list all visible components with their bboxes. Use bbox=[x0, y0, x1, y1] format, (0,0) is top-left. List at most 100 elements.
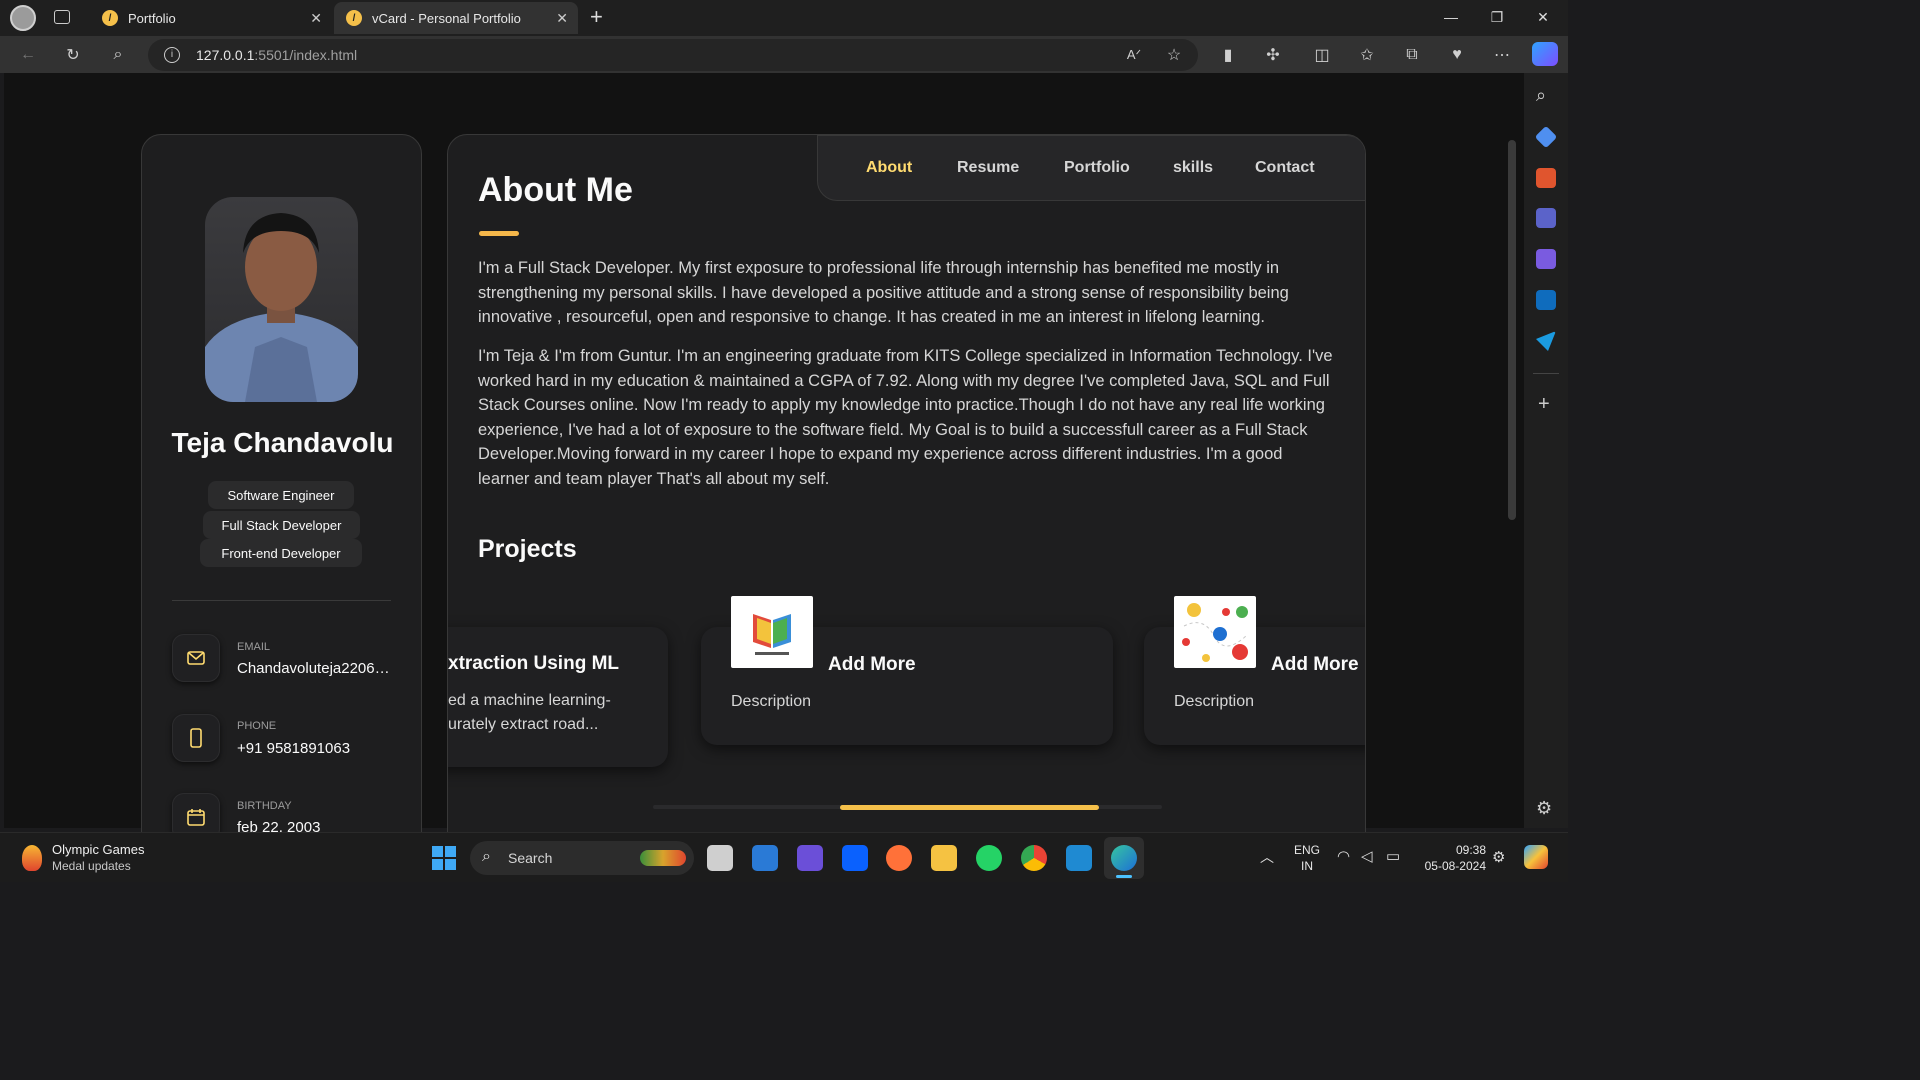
settings-icon[interactable]: ⚙ bbox=[1536, 798, 1552, 819]
copilot-sidebar-icon[interactable] bbox=[1536, 249, 1556, 269]
url-path: :5501/index.html bbox=[254, 47, 358, 63]
email-value[interactable]: Chandavoluteja2206@gmail.com bbox=[237, 660, 392, 677]
vcard-favicon: / bbox=[346, 10, 362, 26]
split-screen-icon[interactable]: ◫ bbox=[1308, 42, 1336, 68]
main-article: About Resume Portfolio skills Contact Ab… bbox=[447, 134, 1366, 854]
address-bar[interactable]: i 127.0.0.1:5501/index.html bbox=[148, 39, 1198, 71]
back-icon[interactable]: ← bbox=[14, 42, 42, 68]
phone-value[interactable]: +91 9581891063 bbox=[237, 740, 350, 757]
widget-title[interactable]: Olympic Games bbox=[52, 842, 144, 857]
search-highlight-icon bbox=[640, 850, 686, 866]
profile-divider bbox=[172, 600, 391, 601]
project-description: Description bbox=[731, 693, 812, 710]
show-hidden-icons[interactable]: ︿ bbox=[1260, 847, 1274, 867]
role-badge: Front-end Developer bbox=[200, 539, 362, 567]
task-view-icon[interactable] bbox=[707, 845, 733, 871]
project-description: Description bbox=[1174, 693, 1255, 710]
volume-icon[interactable]: ◁ bbox=[1361, 847, 1373, 865]
sidebar-search-icon[interactable]: ⌕ bbox=[1536, 85, 1546, 106]
project-title: Add More bbox=[1271, 654, 1359, 675]
tab-title: Portfolio bbox=[128, 10, 176, 26]
clock[interactable]: 09:38 05-08-2024 bbox=[1416, 842, 1486, 874]
page-title: About Me bbox=[478, 171, 633, 209]
copilot-taskbar-icon[interactable] bbox=[1524, 845, 1548, 869]
performance-icon[interactable]: ▮ bbox=[1214, 42, 1242, 68]
wifi-icon[interactable]: ◠ bbox=[1337, 847, 1350, 865]
carousel-scroll-thumb[interactable] bbox=[840, 805, 1099, 810]
site-info-icon[interactable]: i bbox=[164, 47, 180, 63]
copilot-icon[interactable] bbox=[1532, 42, 1558, 66]
profile-avatar-icon[interactable] bbox=[10, 5, 36, 31]
health-icon[interactable]: ♥ bbox=[1443, 42, 1471, 68]
windows-start-icon[interactable] bbox=[432, 846, 456, 870]
url-host: 127.0.0.1 bbox=[196, 47, 255, 63]
project-description: urately extract road... bbox=[448, 716, 599, 733]
nav-skills[interactable]: skills bbox=[1173, 159, 1213, 177]
page-scrollbar[interactable] bbox=[1508, 140, 1516, 520]
top-navbar: About Resume Portfolio skills Contact bbox=[817, 135, 1365, 201]
nav-resume[interactable]: Resume bbox=[957, 159, 1019, 177]
clipchamp-icon[interactable] bbox=[797, 845, 823, 871]
language-indicator[interactable]: ENG IN bbox=[1292, 842, 1322, 874]
map-pins-image bbox=[1174, 596, 1256, 668]
phone-icon bbox=[172, 714, 220, 762]
profile-sidebar: Teja Chandavolu Software Engineer Full S… bbox=[141, 134, 422, 854]
mail-icon bbox=[172, 634, 220, 682]
tools-icon[interactable] bbox=[1536, 168, 1556, 188]
shopping-tag-icon[interactable] bbox=[1534, 125, 1558, 149]
nav-about[interactable]: About bbox=[866, 159, 912, 177]
notification-icon[interactable]: ⚙ bbox=[1492, 848, 1505, 866]
favorites-icon[interactable]: ✩ bbox=[1353, 42, 1381, 68]
close-tab-icon[interactable]: ✕ bbox=[310, 10, 322, 27]
file-explorer-icon[interactable] bbox=[931, 845, 957, 871]
refresh-icon[interactable]: ↻ bbox=[59, 42, 87, 68]
phone-label: PHONE bbox=[237, 720, 277, 732]
chrome-icon[interactable] bbox=[1021, 845, 1047, 871]
search-icon: ⌕ bbox=[482, 848, 491, 865]
close-window-icon[interactable]: ✕ bbox=[1520, 0, 1566, 34]
close-tab-icon[interactable]: ✕ bbox=[556, 10, 568, 27]
tab-vcard[interactable]: / vCard - Personal Portfolio ✕ bbox=[334, 2, 578, 34]
send-icon[interactable] bbox=[1536, 331, 1556, 351]
firefox-icon[interactable] bbox=[886, 845, 912, 871]
games-icon[interactable] bbox=[1536, 208, 1556, 228]
active-indicator bbox=[1116, 875, 1132, 878]
dropbox-icon[interactable] bbox=[842, 845, 868, 871]
mail-app-icon[interactable] bbox=[752, 845, 778, 871]
nav-contact[interactable]: Contact bbox=[1255, 159, 1315, 177]
taskbar-search[interactable]: ⌕ Search bbox=[470, 841, 694, 875]
edge-sidebar: ⌕ + ⚙ bbox=[1524, 73, 1568, 828]
olympic-torch-icon[interactable] bbox=[22, 845, 42, 871]
battery-icon[interactable]: ▭ bbox=[1386, 847, 1400, 865]
favorite-star-icon[interactable]: ☆ bbox=[1160, 42, 1188, 68]
new-tab-button[interactable]: + bbox=[590, 4, 603, 30]
birthday-label: BIRTHDAY bbox=[237, 800, 292, 812]
browser-toolbar: ← ↻ ⌕ i 127.0.0.1:5501/index.html Aᐟ ☆ ▮… bbox=[0, 36, 1568, 73]
widget-subtitle: Medal updates bbox=[52, 859, 131, 873]
read-aloud-icon[interactable]: Aᐟ bbox=[1120, 42, 1148, 68]
sidebar-divider bbox=[1533, 373, 1559, 374]
restore-icon[interactable]: ❐ bbox=[1474, 0, 1520, 34]
outlook-icon[interactable] bbox=[1536, 290, 1556, 310]
language-top: ENG bbox=[1293, 843, 1320, 857]
project-description: ed a machine learning- bbox=[448, 692, 611, 709]
more-menu-icon[interactable]: ⋯ bbox=[1488, 42, 1516, 68]
email-label: EMAIL bbox=[237, 641, 271, 653]
vscode-icon[interactable] bbox=[1066, 845, 1092, 871]
tab-portfolio[interactable]: / Portfolio ✕ bbox=[90, 2, 332, 34]
tab-title: vCard - Personal Portfolio bbox=[372, 10, 521, 26]
nav-portfolio[interactable]: Portfolio bbox=[1064, 159, 1130, 177]
add-icon[interactable]: + bbox=[1538, 393, 1550, 416]
project-title: xtraction Using ML bbox=[448, 653, 620, 674]
title-underline bbox=[479, 231, 519, 236]
projects-heading: Projects bbox=[478, 535, 577, 563]
project-card[interactable]: xtraction Using ML ed a machine learning… bbox=[448, 627, 668, 767]
whatsapp-icon[interactable] bbox=[976, 845, 1002, 871]
portfolio-favicon: / bbox=[102, 10, 118, 26]
tab-actions-icon[interactable] bbox=[54, 10, 70, 24]
extensions-icon[interactable]: ✣ bbox=[1259, 42, 1287, 68]
minimize-icon[interactable]: — bbox=[1428, 0, 1474, 34]
edge-taskbar-button[interactable] bbox=[1104, 837, 1144, 879]
collections-icon[interactable]: ⧉ bbox=[1398, 42, 1426, 68]
search-icon[interactable]: ⌕ bbox=[104, 42, 132, 68]
